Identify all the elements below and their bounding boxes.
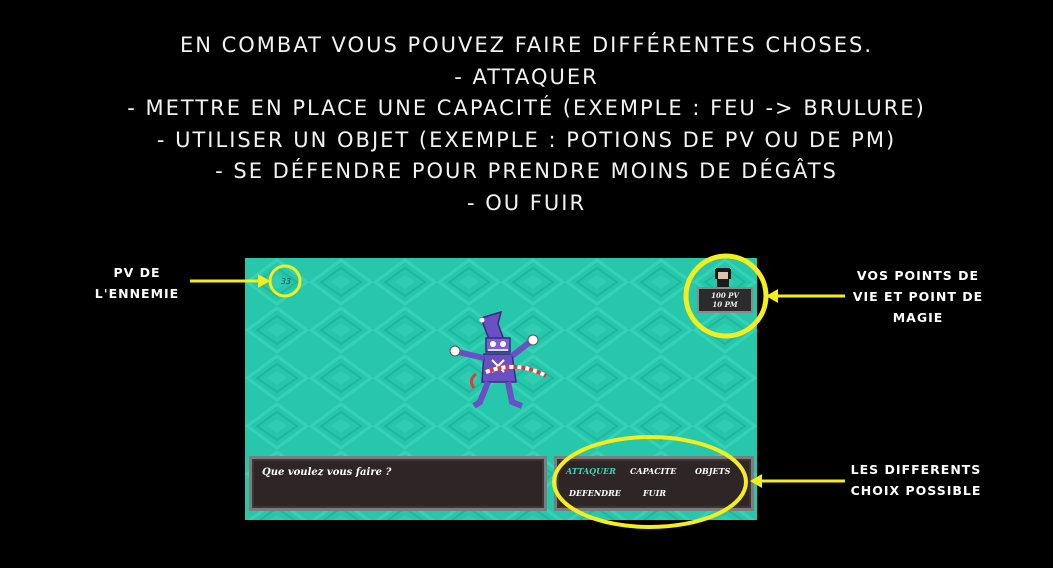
player-hp: 100 PV [711,291,739,300]
callout-line: VOS POINTS DE [856,268,980,283]
intro-line: - ATTAQUER [454,64,599,89]
intro-text: EN COMBAT VOUS POUVEZ FAIRE DIFFÉRENTES … [0,30,1053,219]
dialog-text: Que voulez vous faire ? [262,467,392,478]
player-stats-arrow [766,289,845,303]
intro-line: - OU FUIR [466,190,587,215]
player-portrait-icon [715,268,731,288]
choices-callout: LES DIFFERENTS CHOIX POSSIBLE [836,459,996,501]
intro-line: EN COMBAT VOUS POUVEZ FAIRE DIFFÉRENTES … [179,33,874,57]
callout-line: VIE ET POINT DE [852,289,984,304]
player-mp: 10 PM [712,300,738,309]
callout-line: CHOIX POSSIBLE [850,483,982,498]
ability-button[interactable]: CAPACITE [630,466,676,476]
dialog-box: Que voulez vous faire ? [249,456,547,511]
intro-line: - UTILISER UN OBJET (EXEMPLE : POTIONS D… [156,127,897,152]
callout-line: MAGIE [892,310,944,325]
attack-button[interactable]: ATTAQUER [566,466,616,476]
action-menu: ATTAQUER CAPACITE OBJETS DEFENDRE FUIR [554,456,754,511]
defend-button[interactable]: DEFENDRE [569,488,621,498]
player-stats-box: 100 PV 10 PM [697,287,753,313]
flee-button[interactable]: FUIR [643,488,666,498]
callout-line: L'ENNEMIE [94,286,180,301]
enemy-hp-value: 33 [280,277,292,286]
enemy-hp-callout: PV DE L'ENNEMIE [92,262,182,304]
callout-line: PV DE [113,265,161,280]
callout-line: LES DIFFERENTS [850,462,982,477]
items-button[interactable]: OBJETS [695,466,730,476]
intro-line: - SE DÉFENDRE POUR PRENDRE MOINS DE DÉGÂ… [215,159,838,183]
choices-arrow [750,474,845,488]
player-stats-callout: VOS POINTS DE VIE ET POINT DE MAGIE [838,265,998,328]
jester-enemy-icon [449,310,547,409]
intro-line: - METTRE EN PLACE UNE CAPACITÉ (EXEMPLE … [127,96,926,120]
